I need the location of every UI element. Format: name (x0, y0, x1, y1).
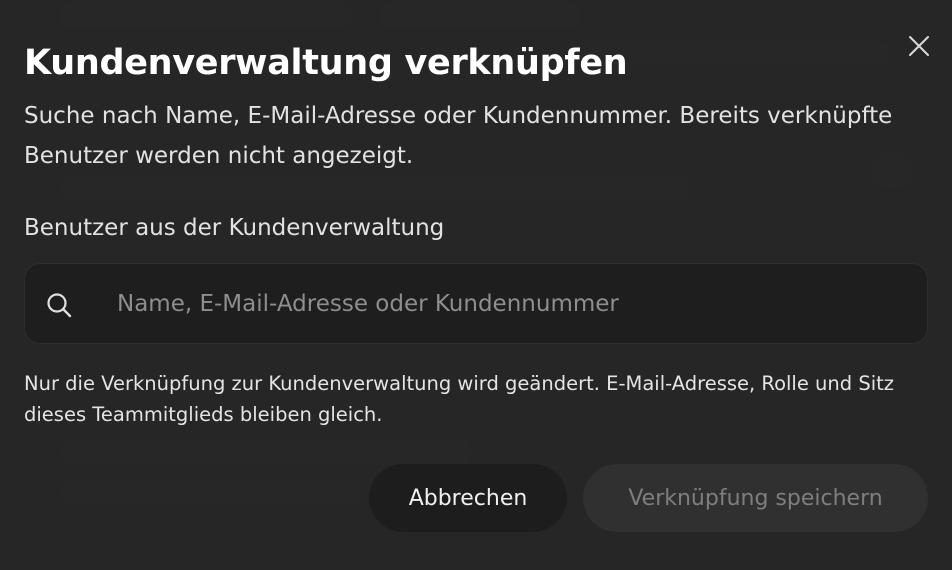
link-customer-dialog: Kundenverwaltung verknüpfen Suche nach N… (0, 0, 952, 570)
search-field[interactable] (24, 263, 928, 344)
close-icon (909, 36, 929, 56)
dialog-description: Suche nach Name, E-Mail-Adresse oder Kun… (24, 103, 893, 169)
search-field-label: Benutzer aus der Kundenverwaltung (24, 215, 445, 241)
link-hint-text: Nur die Verknüpfung zur Kundenverwaltung… (24, 372, 895, 426)
cancel-button[interactable]: Abbrechen (369, 464, 567, 532)
save-link-button[interactable]: Verknüpfung speichern (583, 464, 928, 532)
dialog-title: Kundenverwaltung verknüpfen (24, 43, 628, 83)
search-input[interactable] (117, 284, 897, 324)
search-icon (47, 293, 72, 318)
close-button[interactable] (900, 27, 938, 65)
